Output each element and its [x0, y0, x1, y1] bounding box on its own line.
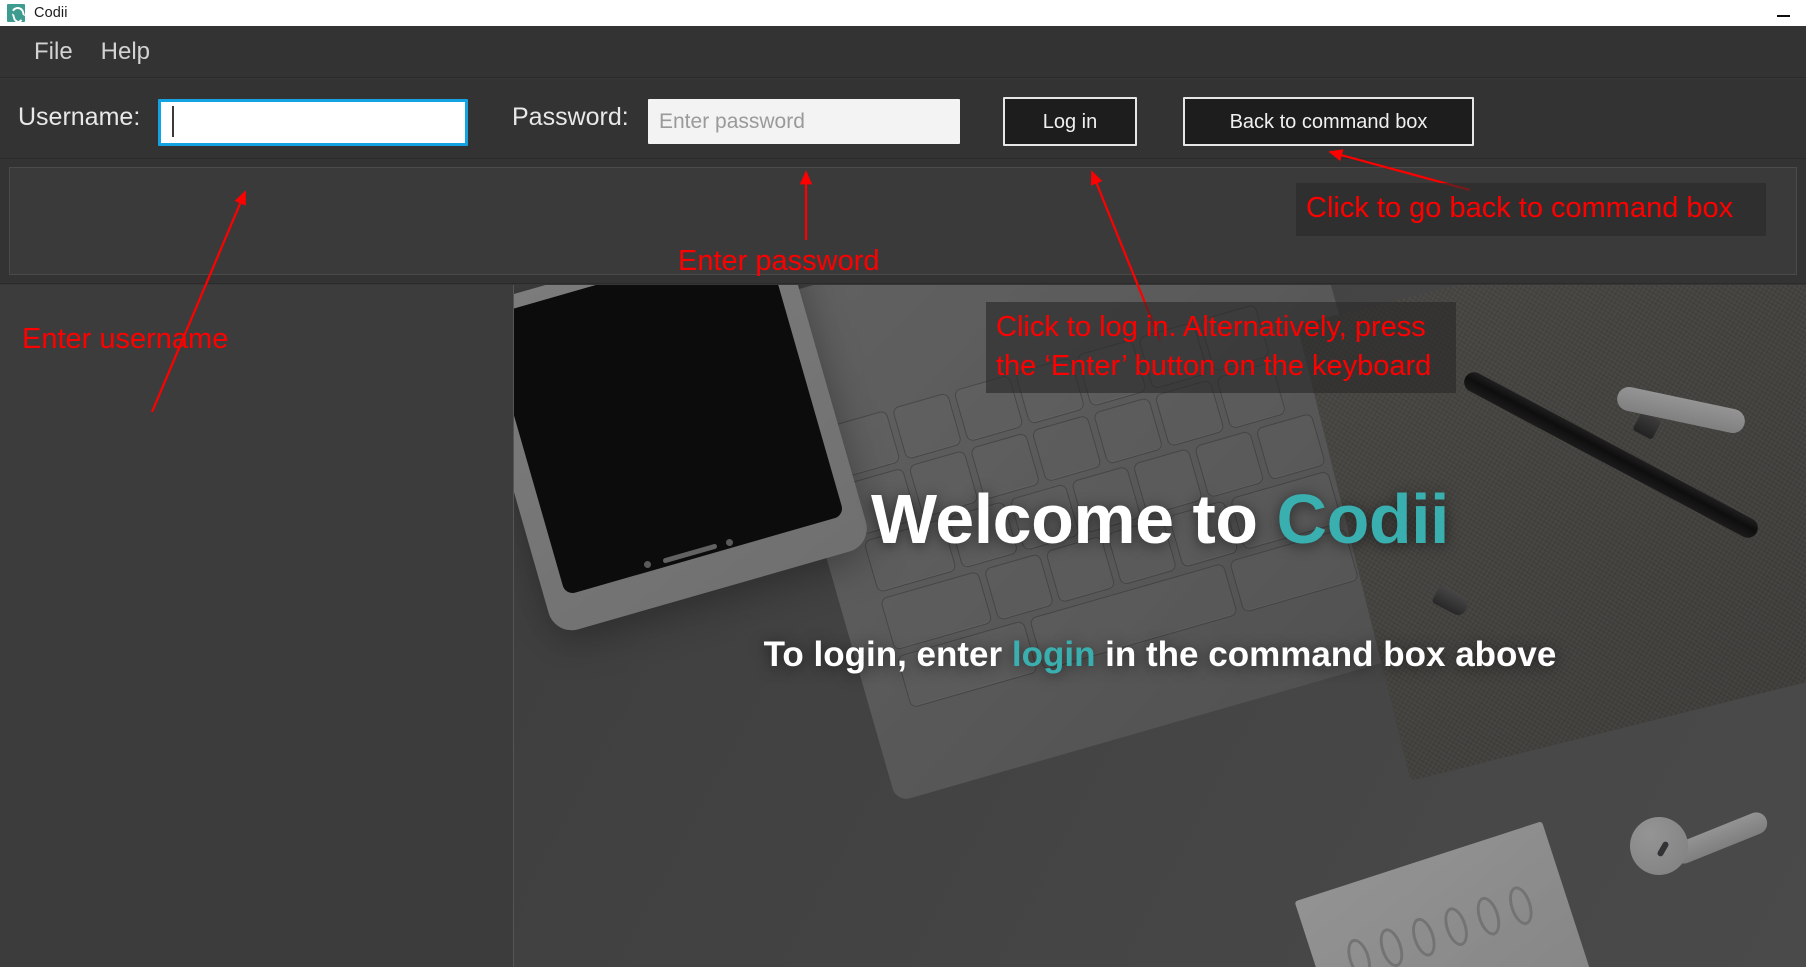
password-label: Password: [512, 103, 629, 131]
login-instruction: To login, enter login in the command box… [514, 635, 1806, 675]
side-panel [0, 285, 514, 967]
username-label: Username: [18, 103, 141, 131]
content-area: Welcome to Codii To login, enter login i… [0, 285, 1806, 967]
app-window: Codii File Help Username: Password: Log … [0, 0, 1806, 967]
welcome-prefix-text: Welcome to [871, 480, 1277, 558]
minimize-icon [1776, 14, 1790, 17]
instruction-command-text: login [1011, 635, 1096, 674]
menu-bar: File Help [0, 26, 1806, 78]
window-title: Codii [34, 5, 68, 21]
username-input[interactable] [158, 99, 468, 146]
login-toolbar: Username: Password: Log in Back to comma… [0, 79, 1806, 159]
brand-name-text: Codii [1276, 480, 1450, 558]
window-controls [1760, 0, 1806, 26]
minimize-button[interactable] [1760, 0, 1806, 26]
annotation-username: Enter username [22, 323, 229, 355]
annotation-back: Click to go back to command box [1296, 183, 1766, 236]
annotation-login: Click to log in. Alternatively, press th… [986, 302, 1456, 394]
log-in-button[interactable]: Log in [1003, 97, 1137, 146]
title-bar: Codii [0, 0, 1806, 26]
instruction-prefix-text: To login, enter [763, 635, 1012, 674]
password-input[interactable] [648, 99, 960, 144]
menu-item-file[interactable]: File [20, 39, 87, 64]
welcome-heading: Welcome to Codii [514, 479, 1806, 559]
back-to-command-box-button[interactable]: Back to command box [1183, 97, 1474, 146]
annotation-password: Enter password [678, 245, 880, 277]
instruction-suffix-text: in the command box above [1095, 635, 1557, 674]
text-cursor [172, 106, 174, 137]
codii-logo-icon [7, 4, 25, 22]
menu-item-help[interactable]: Help [87, 39, 164, 64]
